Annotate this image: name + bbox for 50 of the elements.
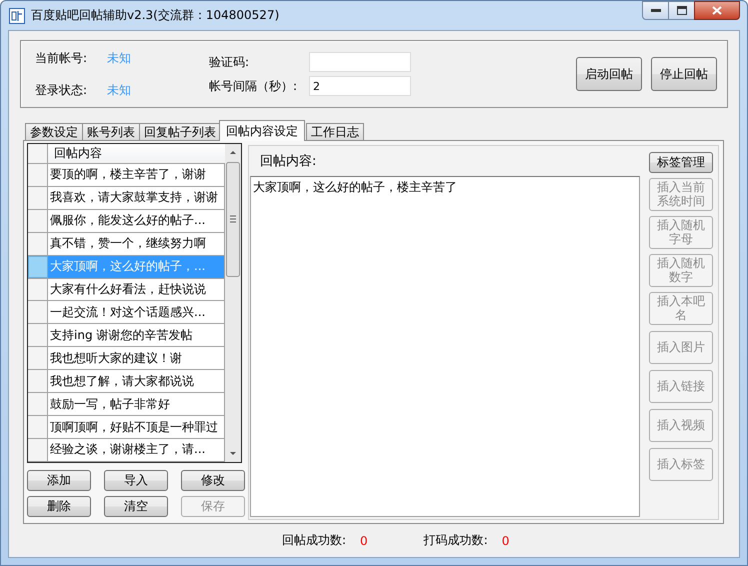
maximize-icon — [676, 6, 686, 15]
section-label: 回帖内容: — [260, 153, 318, 170]
row-header[interactable] — [28, 393, 48, 416]
field-label: 验证码: — [209, 54, 250, 70]
tab[interactable]: 工作日志 — [306, 123, 364, 141]
action-button[interactable]: 停止回帖 — [651, 57, 717, 91]
minimize-icon — [650, 8, 660, 12]
list-button[interactable]: 修改 — [181, 470, 245, 491]
minimize-button[interactable] — [642, 1, 669, 20]
field-label: 帐号间隔（秒）: — [209, 78, 298, 94]
action-button[interactable]: 启动回帖 — [576, 57, 642, 91]
insert-button[interactable]: 标签管理 — [649, 152, 713, 173]
app-icon — [9, 8, 25, 24]
maximize-button[interactable] — [668, 1, 695, 20]
tab[interactable]: 回帖内容设定 — [219, 120, 305, 141]
row-header[interactable] — [28, 416, 48, 438]
row-header[interactable] — [28, 370, 48, 392]
input-field[interactable] — [309, 52, 411, 72]
window-title: 百度贴吧回帖辅助v2.3(交流群：104800527) — [31, 7, 280, 24]
reply-text-area[interactable]: 大家顶啊，这么好的帖子，楼主辛苦了 — [250, 176, 640, 517]
row-header[interactable] — [28, 186, 48, 209]
row-header[interactable] — [28, 347, 48, 370]
row-header[interactable] — [28, 301, 48, 324]
row-header[interactable] — [28, 232, 48, 255]
field-label: 当前帐号: — [35, 50, 88, 66]
column-header: 回帖内容 — [48, 144, 225, 163]
input-field[interactable]: 2 — [309, 76, 411, 96]
tab[interactable]: 参数设定 — [25, 123, 83, 141]
row-header[interactable] — [28, 439, 48, 461]
counter-value: 0 — [360, 534, 368, 548]
list-button[interactable]: 导入 — [104, 470, 168, 491]
close-icon — [712, 6, 722, 15]
field-label: 登录状态: — [35, 82, 88, 98]
list-button[interactable]: 清空 — [104, 496, 168, 517]
counter-label: 打码成功数: — [424, 532, 488, 549]
counter-label: 回帖成功数: — [282, 532, 346, 549]
row-header[interactable] — [28, 278, 48, 300]
list-button[interactable]: 添加 — [27, 470, 91, 491]
row-header[interactable] — [28, 210, 48, 232]
list-button[interactable]: 删除 — [27, 496, 91, 517]
row-header[interactable] — [28, 164, 48, 186]
scrollbar[interactable] — [225, 144, 241, 462]
tab[interactable]: 回复帖子列表 — [139, 123, 221, 141]
row-header[interactable] — [28, 324, 48, 346]
status-value: 未知 — [107, 82, 131, 98]
row-header[interactable] — [28, 256, 48, 278]
counter-value: 0 — [502, 534, 510, 548]
status-value: 未知 — [107, 50, 131, 66]
tab[interactable]: 账号列表 — [82, 123, 140, 141]
close-button[interactable] — [694, 1, 740, 20]
